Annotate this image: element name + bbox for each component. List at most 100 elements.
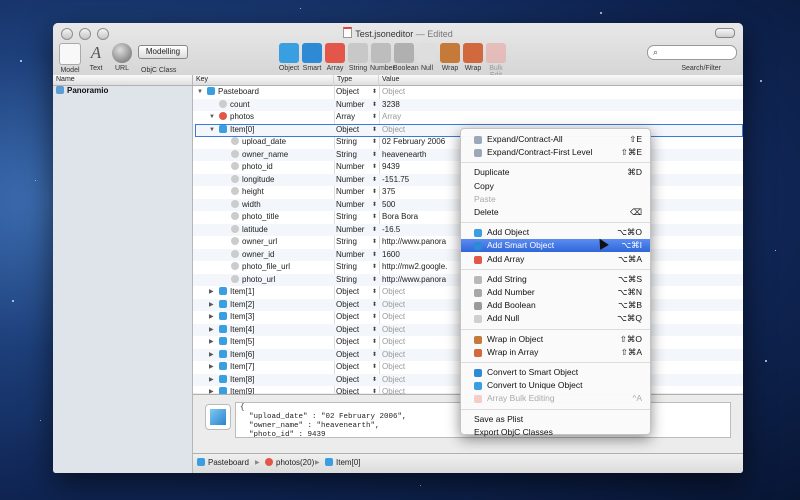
column-header-key[interactable]: Key bbox=[193, 75, 333, 86]
row-type[interactable]: Object bbox=[336, 124, 359, 137]
menu-item-expand-contract-first-level[interactable]: Expand/Contract-First Level ⇧⌘E bbox=[461, 146, 650, 159]
type-stepper-icon[interactable]: ⬍ bbox=[372, 136, 377, 149]
type-stepper-icon[interactable]: ⬍ bbox=[372, 211, 377, 224]
disclosure-collapsed-icon[interactable]: ▶ bbox=[209, 349, 214, 362]
row-value[interactable]: http://www.panora bbox=[382, 274, 446, 287]
type-stepper-icon[interactable]: ⬍ bbox=[372, 261, 377, 274]
smart-tool-button[interactable]: Smart bbox=[301, 43, 323, 72]
type-stepper-icon[interactable]: ⬍ bbox=[372, 224, 377, 237]
row-type[interactable]: String bbox=[336, 236, 357, 249]
type-stepper-icon[interactable]: ⬍ bbox=[372, 111, 377, 124]
type-stepper-icon[interactable]: ⬍ bbox=[372, 86, 377, 99]
row-value[interactable]: Array bbox=[382, 111, 401, 124]
disclosure-expanded-icon[interactable]: ▼ bbox=[209, 124, 215, 137]
row-value[interactable]: -16.5 bbox=[382, 224, 400, 237]
menu-item-expand-contract-all[interactable]: Expand/Contract-All ⇧E bbox=[461, 133, 650, 146]
disclosure-collapsed-icon[interactable]: ▶ bbox=[209, 311, 214, 324]
row-type[interactable]: String bbox=[336, 274, 357, 287]
breadcrumb-item[interactable]: Pasteboard bbox=[197, 454, 249, 472]
string-tool-button[interactable]: String bbox=[347, 43, 369, 72]
row-value[interactable]: Object bbox=[382, 361, 405, 374]
column-header-value[interactable]: Value bbox=[379, 75, 743, 86]
row-value[interactable]: Object bbox=[382, 124, 405, 137]
menu-item-add-number[interactable]: Add Number ⌥⌘N bbox=[461, 286, 650, 299]
type-stepper-icon[interactable]: ⬍ bbox=[372, 274, 377, 287]
row-value[interactable]: 9439 bbox=[382, 161, 400, 174]
type-stepper-icon[interactable]: ⬍ bbox=[372, 324, 377, 337]
row-type[interactable]: Object bbox=[336, 349, 359, 362]
outline-row[interactable]: count Number ⬍ 3238 bbox=[193, 98, 743, 112]
row-type[interactable]: Number bbox=[336, 99, 364, 112]
model-button[interactable]: Model bbox=[59, 43, 81, 74]
row-type[interactable]: Number bbox=[336, 249, 364, 262]
menu-item-delete[interactable]: Delete ⌫ bbox=[461, 206, 650, 219]
disclosure-collapsed-icon[interactable]: ▶ bbox=[209, 336, 214, 349]
sidebar-header[interactable]: Name bbox=[53, 75, 192, 86]
type-stepper-icon[interactable]: ⬍ bbox=[372, 336, 377, 349]
row-value[interactable]: Object bbox=[382, 299, 405, 312]
row-value[interactable]: -151.75 bbox=[382, 174, 409, 187]
type-stepper-icon[interactable]: ⬍ bbox=[372, 299, 377, 312]
toolbar-toggle-button[interactable] bbox=[715, 28, 735, 38]
row-type[interactable]: Object bbox=[336, 86, 359, 99]
menu-item-convert-to-unique-object[interactable]: Convert to Unique Object bbox=[461, 379, 650, 392]
row-value[interactable]: http://www.panora bbox=[382, 236, 446, 249]
disclosure-collapsed-icon[interactable]: ▶ bbox=[209, 374, 214, 387]
row-type[interactable]: String bbox=[336, 211, 357, 224]
text-button[interactable]: A Text bbox=[85, 43, 107, 72]
menu-item-add-string[interactable]: Add String ⌥⌘S bbox=[461, 273, 650, 286]
menu-item-wrap-in-array[interactable]: Wrap in Array ⇧⌘A bbox=[461, 346, 650, 359]
disclosure-collapsed-icon[interactable]: ▶ bbox=[209, 361, 214, 374]
null-tool-button[interactable]: Null bbox=[416, 43, 438, 72]
row-value[interactable]: Object bbox=[382, 324, 405, 337]
type-stepper-icon[interactable]: ⬍ bbox=[372, 124, 377, 137]
row-value[interactable]: Object bbox=[382, 311, 405, 324]
menu-item-add-boolean[interactable]: Add Boolean ⌥⌘B bbox=[461, 299, 650, 312]
menu-item-add-object[interactable]: Add Object ⌥⌘O bbox=[461, 226, 650, 239]
row-type[interactable]: Array bbox=[336, 111, 355, 124]
type-stepper-icon[interactable]: ⬍ bbox=[372, 149, 377, 162]
type-stepper-icon[interactable]: ⬍ bbox=[372, 349, 377, 362]
sidebar-item-panoramio[interactable]: Panoramio bbox=[56, 86, 108, 95]
object-tool-button[interactable]: Object bbox=[278, 43, 300, 72]
menu-item-convert-to-smart-object[interactable]: Convert to Smart Object bbox=[461, 366, 650, 379]
row-value[interactable]: 1600 bbox=[382, 249, 400, 262]
search-field[interactable]: ⌕ bbox=[647, 45, 737, 60]
row-value[interactable]: Object bbox=[382, 349, 405, 362]
row-type[interactable]: Number bbox=[336, 199, 364, 212]
row-value[interactable]: Object bbox=[382, 336, 405, 349]
row-value[interactable]: Bora Bora bbox=[382, 211, 418, 224]
menu-item-save-as-plist[interactable]: Save as Plist bbox=[461, 413, 650, 426]
row-value[interactable]: http://mw2.google. bbox=[382, 261, 447, 274]
menu-item-add-array[interactable]: Add Array ⌥⌘A bbox=[461, 253, 650, 266]
row-value[interactable]: 02 February 2006 bbox=[382, 136, 445, 149]
row-type[interactable]: Object bbox=[336, 286, 359, 299]
type-stepper-icon[interactable]: ⬍ bbox=[372, 236, 377, 249]
disclosure-expanded-icon[interactable]: ▼ bbox=[197, 86, 203, 99]
row-type[interactable]: Number bbox=[336, 161, 364, 174]
number-tool-button[interactable]: Number bbox=[370, 43, 395, 72]
breadcrumb-item[interactable]: Item[0] bbox=[325, 454, 360, 472]
menu-item-wrap-in-object[interactable]: Wrap in Object ⇧⌘O bbox=[461, 333, 650, 346]
disclosure-collapsed-icon[interactable]: ▶ bbox=[209, 324, 214, 337]
disclosure-expanded-icon[interactable]: ▼ bbox=[209, 111, 215, 124]
row-value[interactable]: heavenearth bbox=[382, 149, 426, 162]
row-value[interactable]: Object bbox=[382, 374, 405, 387]
type-stepper-icon[interactable]: ⬍ bbox=[372, 161, 377, 174]
type-stepper-icon[interactable]: ⬍ bbox=[372, 199, 377, 212]
modelling-button[interactable]: Modelling bbox=[138, 45, 188, 59]
row-type[interactable]: String bbox=[336, 149, 357, 162]
disclosure-collapsed-icon[interactable]: ▶ bbox=[209, 286, 214, 299]
outline-row[interactable]: ▼ photos Array ⬍ Array bbox=[193, 111, 743, 124]
disclosure-collapsed-icon[interactable]: ▶ bbox=[209, 299, 214, 312]
type-stepper-icon[interactable]: ⬍ bbox=[372, 186, 377, 199]
row-value[interactable]: 375 bbox=[382, 186, 395, 199]
array-tool-button[interactable]: Array bbox=[324, 43, 346, 72]
type-stepper-icon[interactable]: ⬍ bbox=[372, 311, 377, 324]
type-stepper-icon[interactable]: ⬍ bbox=[372, 99, 377, 112]
row-value[interactable]: 3238 bbox=[382, 99, 400, 112]
row-type[interactable]: Object bbox=[336, 374, 359, 387]
row-type[interactable]: Object bbox=[336, 336, 359, 349]
type-stepper-icon[interactable]: ⬍ bbox=[372, 249, 377, 262]
boolean-tool-button[interactable]: Boolean bbox=[393, 43, 419, 72]
